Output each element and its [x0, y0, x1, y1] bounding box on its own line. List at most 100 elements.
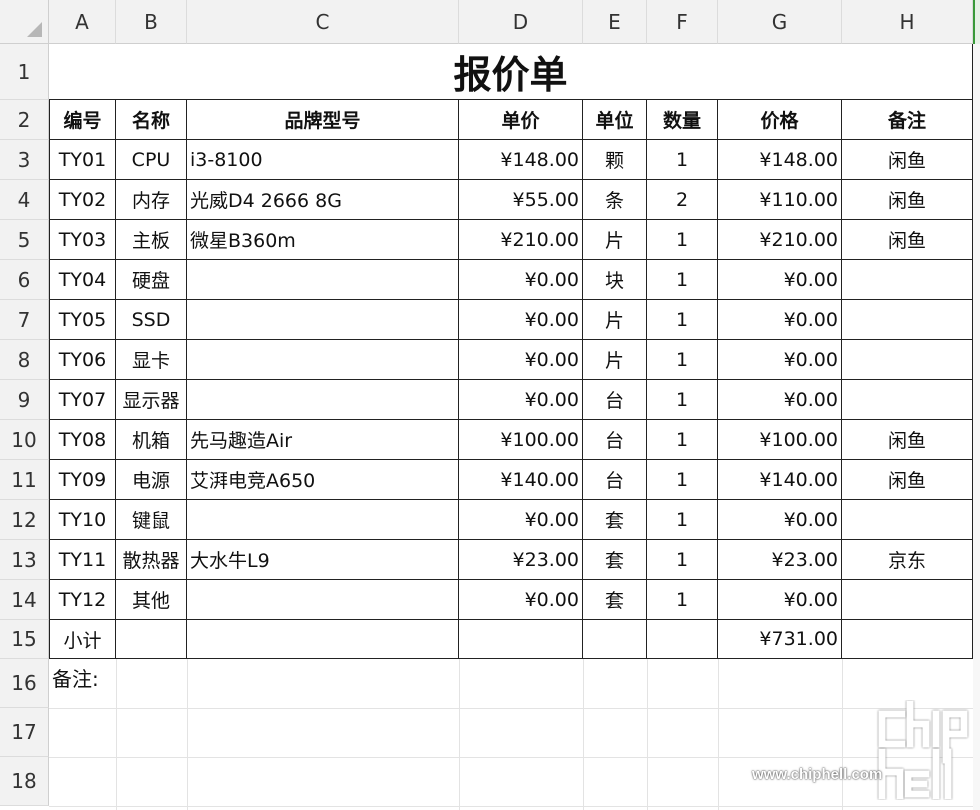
item-7-cell-b[interactable]: 显示器 [116, 380, 187, 420]
item-7-cell-f[interactable]: 1 [647, 380, 718, 420]
item-5-cell-f[interactable]: 1 [647, 300, 718, 340]
subtotal-cell-b[interactable] [116, 620, 187, 659]
row-header-16[interactable]: 16 [0, 659, 49, 708]
item-9-cell-e[interactable]: 台 [583, 460, 647, 500]
row-header-18[interactable]: 18 [0, 757, 49, 806]
item-7-cell-e[interactable]: 台 [583, 380, 647, 420]
row-header-9[interactable]: 9 [0, 380, 49, 420]
column-header-h[interactable]: H [842, 0, 973, 44]
item-1-cell-h[interactable]: 闲鱼 [842, 140, 973, 180]
column-header-a[interactable]: A [49, 0, 116, 44]
item-12-cell-f[interactable]: 1 [647, 580, 718, 620]
sheet-title[interactable]: 报价单 [49, 44, 973, 100]
item-12-cell-g[interactable]: ¥0.00 [718, 580, 842, 620]
header-cell-a[interactable]: 编号 [49, 100, 116, 140]
subtotal-cell-c[interactable] [187, 620, 459, 659]
item-12-cell-a[interactable]: TY12 [49, 580, 116, 620]
item-4-cell-f[interactable]: 1 [647, 260, 718, 300]
item-3-cell-f[interactable]: 1 [647, 220, 718, 260]
subtotal-cell-g[interactable]: ¥731.00 [718, 620, 842, 659]
item-7-cell-c[interactable] [187, 380, 459, 420]
item-11-cell-f[interactable]: 1 [647, 540, 718, 580]
item-1-cell-g[interactable]: ¥148.00 [718, 140, 842, 180]
item-10-cell-c[interactable] [187, 500, 459, 540]
item-4-cell-b[interactable]: 硬盘 [116, 260, 187, 300]
subtotal-cell-h[interactable] [842, 620, 973, 659]
item-12-cell-b[interactable]: 其他 [116, 580, 187, 620]
subtotal-cell-a[interactable]: 小计 [49, 620, 116, 659]
item-11-cell-h[interactable]: 京东 [842, 540, 973, 580]
item-3-cell-h[interactable]: 闲鱼 [842, 220, 973, 260]
column-header-f[interactable]: F [647, 0, 718, 44]
item-4-cell-g[interactable]: ¥0.00 [718, 260, 842, 300]
header-cell-b[interactable]: 名称 [116, 100, 187, 140]
item-7-cell-g[interactable]: ¥0.00 [718, 380, 842, 420]
row-header-12[interactable]: 12 [0, 500, 49, 540]
item-5-cell-b[interactable]: SSD [116, 300, 187, 340]
subtotal-cell-f[interactable] [647, 620, 718, 659]
item-8-cell-c[interactable]: 先马趣造Air [187, 420, 459, 460]
subtotal-cell-d[interactable] [459, 620, 583, 659]
subtotal-cell-e[interactable] [583, 620, 647, 659]
item-11-cell-g[interactable]: ¥23.00 [718, 540, 842, 580]
row-header-17[interactable]: 17 [0, 708, 49, 757]
item-5-cell-a[interactable]: TY05 [49, 300, 116, 340]
item-10-cell-b[interactable]: 键鼠 [116, 500, 187, 540]
row-header-15[interactable]: 15 [0, 620, 49, 659]
item-1-cell-b[interactable]: CPU [116, 140, 187, 180]
item-5-cell-c[interactable] [187, 300, 459, 340]
item-3-cell-b[interactable]: 主板 [116, 220, 187, 260]
item-4-cell-h[interactable] [842, 260, 973, 300]
item-9-cell-c[interactable]: 艾湃电竞A650 [187, 460, 459, 500]
row-header-14[interactable]: 14 [0, 580, 49, 620]
row-header-10[interactable]: 10 [0, 420, 49, 460]
row-header-13[interactable]: 13 [0, 540, 49, 580]
item-1-cell-a[interactable]: TY01 [49, 140, 116, 180]
note-label[interactable]: 备注: [52, 663, 99, 692]
column-header-c[interactable]: C [187, 0, 459, 44]
item-5-cell-e[interactable]: 片 [583, 300, 647, 340]
row-header-3[interactable]: 3 [0, 140, 49, 180]
item-10-cell-h[interactable] [842, 500, 973, 540]
item-6-cell-e[interactable]: 片 [583, 340, 647, 380]
item-5-cell-d[interactable]: ¥0.00 [459, 300, 583, 340]
item-5-cell-h[interactable] [842, 300, 973, 340]
item-6-cell-h[interactable] [842, 340, 973, 380]
header-cell-e[interactable]: 单位 [583, 100, 647, 140]
item-2-cell-h[interactable]: 闲鱼 [842, 180, 973, 220]
row-header-2[interactable]: 2 [0, 100, 49, 140]
item-8-cell-d[interactable]: ¥100.00 [459, 420, 583, 460]
item-2-cell-c[interactable]: 光威D4 2666 8G [187, 180, 459, 220]
item-2-cell-g[interactable]: ¥110.00 [718, 180, 842, 220]
item-10-cell-e[interactable]: 套 [583, 500, 647, 540]
item-10-cell-f[interactable]: 1 [647, 500, 718, 540]
item-12-cell-e[interactable]: 套 [583, 580, 647, 620]
item-10-cell-a[interactable]: TY10 [49, 500, 116, 540]
item-9-cell-d[interactable]: ¥140.00 [459, 460, 583, 500]
item-6-cell-f[interactable]: 1 [647, 340, 718, 380]
item-6-cell-a[interactable]: TY06 [49, 340, 116, 380]
column-header-g[interactable]: G [718, 0, 842, 44]
row-header-8[interactable]: 8 [0, 340, 49, 380]
row-header-11[interactable]: 11 [0, 460, 49, 500]
item-11-cell-a[interactable]: TY11 [49, 540, 116, 580]
header-cell-g[interactable]: 价格 [718, 100, 842, 140]
item-7-cell-h[interactable] [842, 380, 973, 420]
item-2-cell-d[interactable]: ¥55.00 [459, 180, 583, 220]
item-2-cell-a[interactable]: TY02 [49, 180, 116, 220]
item-10-cell-d[interactable]: ¥0.00 [459, 500, 583, 540]
item-3-cell-e[interactable]: 片 [583, 220, 647, 260]
item-8-cell-a[interactable]: TY08 [49, 420, 116, 460]
item-6-cell-b[interactable]: 显卡 [116, 340, 187, 380]
row-header-6[interactable]: 6 [0, 260, 49, 300]
item-9-cell-g[interactable]: ¥140.00 [718, 460, 842, 500]
item-6-cell-g[interactable]: ¥0.00 [718, 340, 842, 380]
item-3-cell-g[interactable]: ¥210.00 [718, 220, 842, 260]
column-header-d[interactable]: D [459, 0, 583, 44]
row-header-1[interactable]: 1 [0, 44, 49, 100]
item-8-cell-f[interactable]: 1 [647, 420, 718, 460]
item-8-cell-e[interactable]: 台 [583, 420, 647, 460]
item-11-cell-c[interactable]: 大水牛L9 [187, 540, 459, 580]
item-4-cell-c[interactable] [187, 260, 459, 300]
header-cell-h[interactable]: 备注 [842, 100, 973, 140]
